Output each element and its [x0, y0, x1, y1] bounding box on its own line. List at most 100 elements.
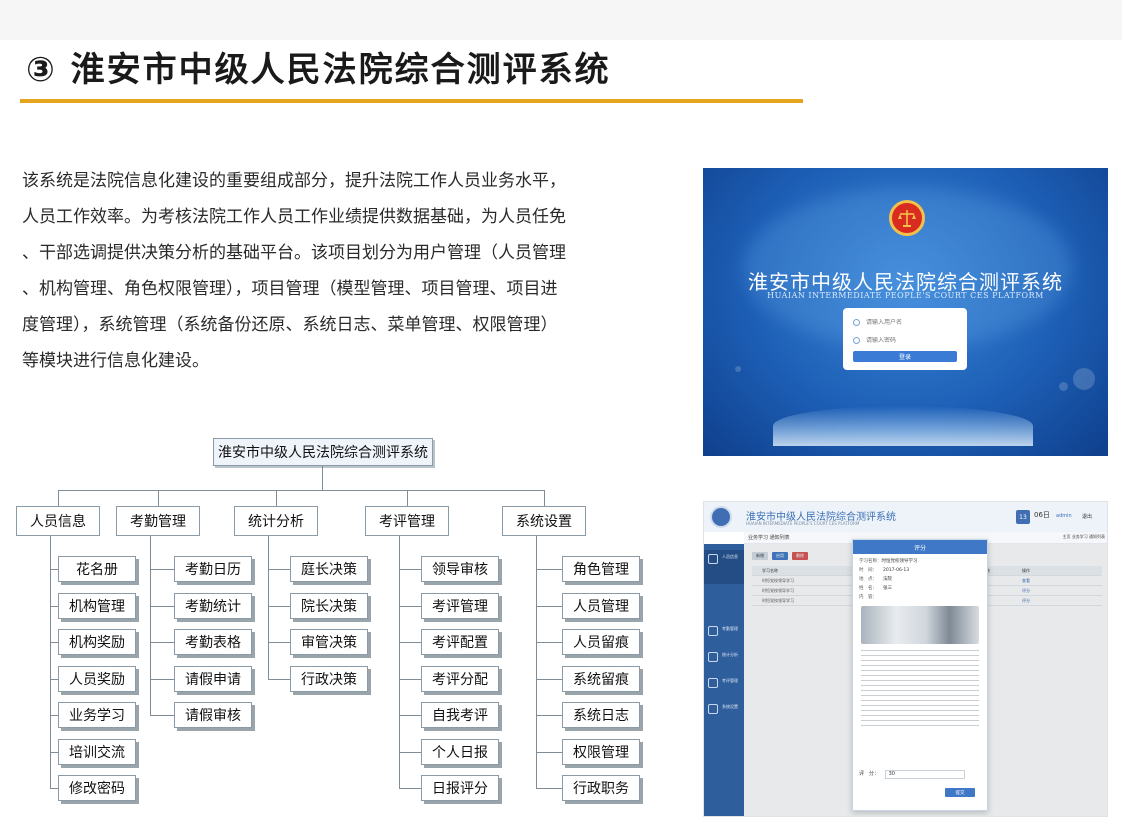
scales-icon [898, 210, 916, 227]
connector-line [268, 536, 269, 679]
sidebar-item-label: 系统设置 [722, 704, 738, 709]
sidebar-item-settings[interactable]: 系统设置 [704, 700, 744, 722]
time-value: 2017-06-13 [883, 568, 910, 573]
court-logo-icon [710, 506, 732, 528]
connector-line [536, 605, 562, 607]
org-leaf-node: 修改密码 [58, 775, 136, 801]
user-icon [853, 318, 860, 326]
app-header: 淮安市中级人民法院综合测评系统 HUAIAN INTERMEDIATE PEOP… [704, 502, 1107, 532]
connector-line [58, 490, 59, 506]
org-leaf-node: 人员奖励 [58, 665, 136, 692]
user-name[interactable]: admin [1056, 513, 1072, 519]
field-label: 学习名称： [859, 559, 882, 564]
sidebar: 人员信息 考勤管理 统计分析 考评管理 系统设置 [704, 544, 744, 816]
org-branch-node: 考评管理 [365, 506, 449, 536]
login-button[interactable]: 登录 [853, 351, 957, 362]
connector-line [399, 605, 421, 607]
org-leaf-node: 日报评分 [421, 775, 499, 801]
connector-line [536, 569, 562, 570]
sidebar-item-statistics[interactable]: 统计分析 [704, 648, 744, 670]
org-root-node: 淮安市中级人民法院综合测评系统 [213, 438, 433, 466]
connector-line [150, 536, 151, 715]
document-icon [708, 678, 718, 688]
sidebar-item-evaluation[interactable]: 考评管理 [704, 674, 744, 696]
connector-line [268, 569, 290, 570]
connector-line [268, 605, 290, 607]
connector-line [50, 715, 58, 716]
connector-line [399, 569, 421, 570]
score-dialog: 评分 学习名称：时恒党校领导学习 时 间： 2017-06-13 地 点： 法院 姓… [852, 539, 988, 811]
org-branch-node: 人员信息 [16, 506, 100, 536]
org-leaf-node: 审管决策 [290, 629, 368, 655]
city-skyline-graphic [773, 406, 1033, 446]
court-emblem-icon [889, 200, 925, 236]
intro-line: 等模块进行信息化建设。 [22, 351, 209, 371]
breadcrumb: 业务学习 通知列表 [748, 535, 790, 541]
connector-line [399, 788, 421, 789]
intro-line: 、机构管理、角色权限管理），项目管理（模型管理、项目管理、项目进 [22, 279, 558, 299]
org-branch-node: 统计分析 [234, 506, 318, 536]
study-name-value: 时恒党校领导学习 [881, 559, 918, 564]
intro-text: 该系统是法院信息化建设的重要组成部分，提升法院工作人员业务水平， 人员工作效率。… [22, 163, 642, 379]
app-subtitle: HUAIAN INTERMEDIATE PEOPLE'S COURT CES P… [746, 521, 860, 526]
intro-line: 度管理），系统管理（系统备份还原、系统日志、菜单管理、权限管理） [22, 315, 558, 335]
org-leaf-node: 花名册 [58, 556, 136, 582]
connector-line [399, 678, 421, 680]
deco-bubble [735, 366, 741, 372]
org-leaf-node: 培训交流 [58, 738, 136, 765]
connector-line [276, 490, 277, 506]
connector-line [399, 536, 400, 788]
sidebar-item-label: 人员信息 [722, 554, 738, 559]
connector-line [536, 536, 537, 788]
password-row [853, 333, 957, 347]
connector-line [150, 569, 174, 570]
place-row: 地 点： 法院 [859, 576, 981, 582]
field-label: 地 点： [859, 577, 877, 582]
intro-line: 该系统是法院信息化建设的重要组成部分，提升法院工作人员业务水平， [22, 171, 566, 191]
calendar-icon: 13 [1016, 510, 1030, 524]
org-leaf-node: 考评分配 [421, 665, 499, 692]
sidebar-item-attendance[interactable]: 考勤管理 [704, 622, 744, 644]
content-row: 内 容： [859, 594, 981, 600]
gear-icon [708, 704, 718, 714]
password-input[interactable] [866, 336, 946, 344]
org-branch-node: 系统设置 [502, 506, 586, 536]
org-leaf-node: 考评管理 [421, 592, 499, 619]
connector-line [50, 536, 51, 788]
username-input[interactable] [866, 318, 946, 326]
sidebar-item-label: 考勤管理 [722, 626, 738, 631]
connector-line [399, 642, 421, 643]
connector-line [150, 605, 174, 607]
org-leaf-node: 领导审核 [421, 556, 499, 582]
name-row: 姓 名： 张三 [859, 585, 981, 591]
connector-line [50, 569, 58, 570]
connector-line [536, 678, 562, 680]
connector-line [536, 751, 562, 753]
deco-bubble [1073, 368, 1095, 390]
score-input[interactable]: 30 [884, 770, 965, 779]
deco-bubble [1059, 382, 1068, 391]
logout-link[interactable]: 退出 [1082, 513, 1092, 520]
study-photo [861, 606, 979, 644]
connector-line [50, 678, 58, 680]
slide-title: ③ 淮安市中级人民法院综合测评系统 [26, 50, 611, 90]
name-value: 张三 [883, 586, 892, 591]
field-label: 姓 名： [859, 586, 877, 591]
submit-button[interactable]: 提交 [945, 788, 975, 797]
sidebar-item-person-info[interactable]: 人员信息 [704, 550, 744, 584]
score-row: 评 分： 30 [859, 770, 965, 779]
login-subtitle: HUAIAN INTERMEDIATE PEOPLE'S COURT CES P… [767, 291, 1044, 300]
org-leaf-node: 业务学习 [58, 702, 136, 728]
org-leaf-node: 庭长决策 [290, 556, 368, 582]
breadcrumb-path[interactable]: 主页 业务学习 通知列表 [1062, 534, 1105, 540]
intro-line: 人员工作效率。为考核法院工作人员工作业绩提供数据基础，为人员任免 [22, 207, 566, 227]
date-text: 06日 [1034, 511, 1050, 519]
field-label: 内 容： [859, 595, 877, 600]
app-screenshot: 淮安市中级人民法院综合测评系统 HUAIAN INTERMEDIATE PEOP… [703, 501, 1108, 817]
org-leaf-node: 个人日报 [421, 738, 499, 765]
org-leaf-node: 自我考评 [421, 702, 499, 728]
login-form: 登录 [843, 308, 967, 370]
connector-line [268, 678, 290, 680]
org-leaf-node: 院长决策 [290, 592, 368, 619]
dialog-body: 学习名称：时恒党校领导学习 时 间： 2017-06-13 地 点： 法院 姓 名：… [853, 554, 987, 732]
